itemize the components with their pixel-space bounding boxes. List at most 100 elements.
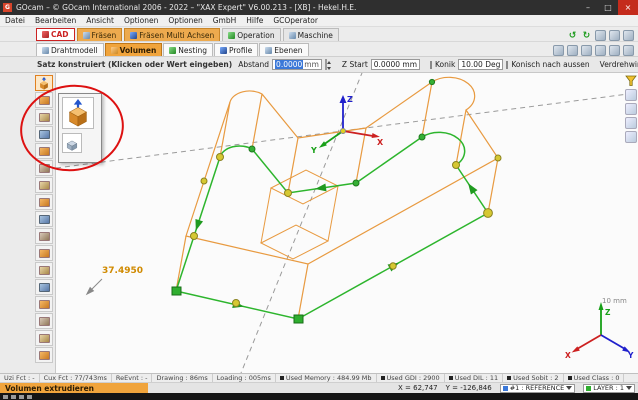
metric-uzi-fct: Uzi Fct : -	[0, 374, 40, 383]
taskbar-item[interactable]	[27, 395, 32, 399]
settings-icon[interactable]	[623, 30, 634, 41]
bottom-taskbar	[0, 393, 638, 400]
solid-wireframe[interactable]	[176, 77, 501, 319]
svg-text:X: X	[377, 138, 384, 147]
layer-selector[interactable]: LAYER : 1	[583, 384, 635, 393]
selection-icon[interactable]	[625, 89, 637, 101]
machine-icon	[289, 32, 296, 39]
fullscreen-icon[interactable]	[623, 45, 634, 56]
cone-primitive-icon[interactable]	[35, 194, 53, 210]
zoom-out-icon[interactable]	[595, 45, 606, 56]
zoom-fit-icon[interactable]	[609, 45, 620, 56]
viewport[interactable]: 37.4950 Z X Y	[56, 73, 638, 373]
menu-datei[interactable]: Datei	[0, 16, 30, 25]
window-title: GOcam – © GOcam International 2006 - 202…	[16, 3, 578, 12]
konisch-checkbox[interactable]	[506, 61, 508, 69]
subtab-nesting[interactable]: Nesting	[163, 43, 213, 56]
konik-input[interactable]: 10.00 Deg	[458, 59, 503, 70]
loft-volume-icon[interactable]	[35, 126, 53, 142]
chevron-down-icon-2	[626, 386, 632, 393]
chevron-down-icon	[566, 386, 572, 393]
shell-icon[interactable]	[35, 279, 53, 295]
maximize-button[interactable]: □	[598, 0, 618, 15]
measure-icon[interactable]	[35, 347, 53, 363]
taskbar-item[interactable]	[3, 395, 8, 399]
performance-status-bar: Uzi Fct : - Cux Fct : 77/743ms ReEvnt : …	[0, 373, 638, 382]
orientation-triad-icon: 10 mm Z X Y	[565, 297, 634, 360]
subtab-nesting-label: Nesting	[178, 46, 207, 55]
tab-cad[interactable]: CAD	[36, 28, 75, 41]
extrude-volume-icon[interactable]	[35, 75, 53, 91]
cylinder-primitive-icon[interactable]	[35, 160, 53, 176]
reference-selector[interactable]: #1 : REFERENCE	[500, 384, 576, 393]
konik-checkbox[interactable]	[430, 61, 432, 69]
snap-icon[interactable]	[625, 117, 637, 129]
visibility-icon[interactable]	[625, 103, 637, 115]
boolean-union-icon[interactable]	[35, 228, 53, 244]
fillet-icon[interactable]	[35, 296, 53, 312]
print-icon[interactable]	[609, 30, 620, 41]
sweep-volume-icon[interactable]	[35, 109, 53, 125]
screenshot-icon[interactable]	[595, 30, 606, 41]
verdrehwinkel-label: Verdrehwinkel	[600, 60, 638, 69]
subtab-ebenen[interactable]: Ebenen	[259, 43, 308, 56]
menu-gcoperator[interactable]: GCOperator	[268, 16, 323, 25]
zoom-in-icon[interactable]	[581, 45, 592, 56]
zstart-input[interactable]: 0.0000 mm	[371, 59, 420, 70]
subtab-profile[interactable]: Profile	[214, 43, 258, 56]
ribbon-tab-row: CAD Fräsen Fräsen Multi Achsen Operation…	[0, 27, 638, 42]
minimize-button[interactable]: –	[578, 0, 598, 15]
abstand-stepper[interactable]	[325, 59, 327, 70]
filter-icon[interactable]	[625, 75, 637, 87]
konik-label: Konik	[435, 60, 455, 69]
quick-access-row-2	[553, 45, 638, 56]
quick-access-row-1: ↺ ↻	[567, 30, 638, 41]
undo-icon[interactable]: ↺	[567, 30, 578, 41]
chamfer-icon[interactable]	[35, 313, 53, 329]
viewport-side-toolbar	[625, 75, 637, 143]
tab-maschine[interactable]: Maschine	[283, 28, 339, 41]
title-bar: G GOcam – © GOcam International 2006 - 2…	[0, 0, 638, 15]
subtab-volumen[interactable]: Volumen	[105, 43, 163, 56]
tab-maschine-label: Maschine	[298, 31, 333, 40]
tab-operation[interactable]: Operation	[222, 28, 280, 41]
menu-gmbh[interactable]: GmbH	[208, 16, 242, 25]
close-button[interactable]: ×	[618, 0, 638, 15]
taskbar-item[interactable]	[19, 395, 24, 399]
coord-y: Y = -126,846	[446, 384, 492, 392]
sobit-marker-icon	[507, 376, 511, 380]
extrusion-profile[interactable]	[172, 132, 492, 323]
layer-icon	[586, 386, 591, 391]
extrude-surface-small-icon[interactable]	[62, 133, 82, 153]
menu-optionen-2[interactable]: Optionen	[163, 16, 207, 25]
profile-node-spheres[interactable]	[191, 134, 493, 307]
box-primitive-icon[interactable]	[35, 143, 53, 159]
redo-icon[interactable]: ↻	[581, 30, 592, 41]
torus-primitive-icon[interactable]	[35, 211, 53, 227]
taskbar-item[interactable]	[11, 395, 16, 399]
app-logo-icon: G	[3, 3, 12, 12]
cad-icon	[42, 31, 49, 38]
extrude-volume-large-icon[interactable]	[62, 97, 94, 129]
abstand-input[interactable]: 0.0000 mm	[272, 59, 322, 70]
dil-marker-icon	[449, 376, 453, 380]
metric-used-memory: Used Memory : 484.99 Mb	[276, 374, 377, 383]
volume-icon	[111, 47, 118, 54]
zoom-window-icon[interactable]	[567, 45, 578, 56]
boolean-intersect-icon[interactable]	[35, 262, 53, 278]
boolean-subtract-icon[interactable]	[35, 245, 53, 261]
menu-bearbeiten[interactable]: Bearbeiten	[30, 16, 81, 25]
revolve-volume-icon[interactable]	[35, 92, 53, 108]
sphere-primitive-icon[interactable]	[35, 177, 53, 193]
pan-icon[interactable]	[553, 45, 564, 56]
subtab-drahtmodell[interactable]: Drahtmodell	[36, 43, 104, 56]
menu-hilfe[interactable]: Hilfe	[241, 16, 268, 25]
tab-fraesen-multi-achsen[interactable]: Fräsen Multi Achsen	[124, 28, 220, 41]
split-icon[interactable]	[35, 330, 53, 346]
menu-optionen-1[interactable]: Optionen	[119, 16, 163, 25]
wireframe-icon	[42, 47, 49, 54]
tab-fraesen[interactable]: Fräsen	[77, 28, 123, 41]
menu-ansicht[interactable]: Ansicht	[81, 16, 119, 25]
3d-viewport-canvas[interactable]: 37.4950 Z X Y	[56, 73, 638, 373]
notes-icon[interactable]	[625, 131, 637, 143]
